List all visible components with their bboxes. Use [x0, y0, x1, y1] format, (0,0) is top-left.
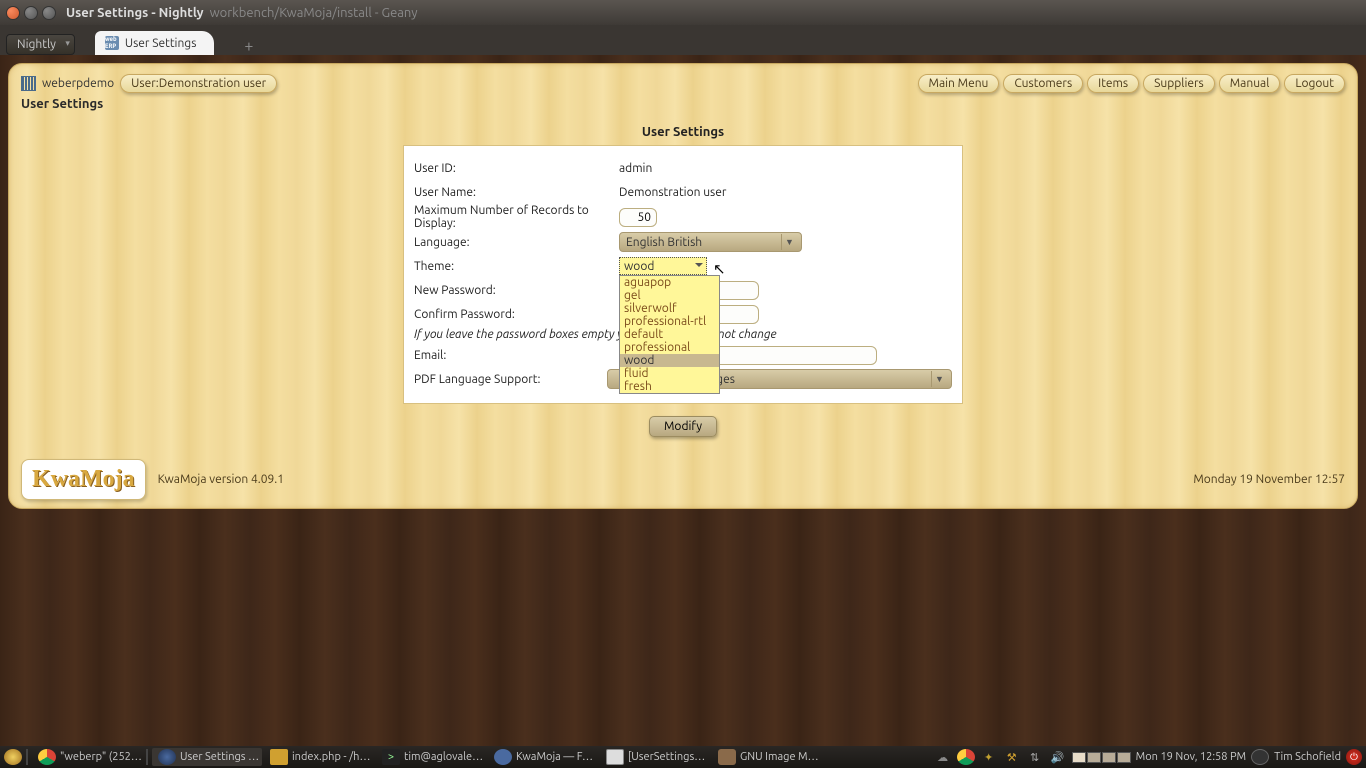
network-icon[interactable]: ⇅	[1026, 749, 1044, 765]
window-subtitle: workbench/KwaMoja/install - Geany	[210, 6, 418, 20]
theme-option[interactable]: silverwolf	[620, 302, 719, 315]
label-max-records: Maximum Number of Records to Display:	[414, 204, 619, 230]
label-email: Email:	[414, 349, 619, 362]
window-close-button[interactable]	[6, 6, 20, 20]
taskbar-clock[interactable]: Mon 19 Nov, 12:58 PM	[1136, 751, 1246, 763]
tray-icon[interactable]: ⚒	[1003, 749, 1021, 765]
window-maximize-button[interactable]	[42, 6, 56, 20]
new-tab-button[interactable]: +	[244, 37, 253, 55]
page-subtitle: User Settings	[21, 97, 1345, 111]
theme-dropdown-list[interactable]: aguapop gel silverwolf professional-rtl …	[619, 275, 720, 394]
browser-tab-active[interactable]: web ERP User Settings	[95, 31, 215, 55]
modify-button[interactable]: Modify	[649, 416, 717, 437]
select-theme[interactable]: wood	[619, 257, 707, 275]
nav-manual[interactable]: Manual	[1219, 74, 1281, 93]
value-user-name: Demonstration user	[619, 186, 952, 199]
theme-option[interactable]: professional	[620, 341, 719, 354]
power-button[interactable]: ⏻	[1346, 749, 1362, 765]
browser-tab-label: User Settings	[125, 37, 197, 50]
workspace-switcher[interactable]	[1072, 752, 1131, 763]
taskbar-task[interactable]: GNU Image M…	[712, 748, 822, 766]
version-text: KwaMoja version 4.09.1	[158, 473, 284, 486]
label-user-id: User ID:	[414, 162, 619, 175]
company-logo-icon	[21, 76, 36, 91]
label-new-password: New Password:	[414, 284, 619, 297]
terminal-icon: >	[382, 749, 400, 765]
taskbar-task-active[interactable]: User Settings …	[152, 748, 262, 766]
window-minimize-button[interactable]	[24, 6, 38, 20]
theme-option[interactable]: default	[620, 328, 719, 341]
window-title: User Settings - Nightly	[66, 6, 204, 20]
top-nav: Main Menu Customers Items Suppliers Manu…	[918, 74, 1345, 93]
document-icon	[606, 749, 624, 765]
taskbar-task[interactable]: > tim@aglovale…	[376, 748, 486, 766]
label-confirm-password: Confirm Password:	[414, 308, 619, 321]
taskbar: "weberp" (252… User Settings … index.php…	[0, 746, 1366, 768]
nav-main-menu[interactable]: Main Menu	[918, 74, 1000, 93]
nav-logout[interactable]: Logout	[1284, 74, 1345, 93]
label-pdf-language: PDF Language Support:	[414, 373, 607, 386]
theme-option-highlighted[interactable]: wood	[620, 354, 719, 367]
taskbar-task[interactable]: "weberp" (252…	[32, 748, 142, 766]
label-language: Language:	[414, 236, 619, 249]
theme-option[interactable]: professional-rtl	[620, 315, 719, 328]
taskbar-task[interactable]: KwaMoja — F…	[488, 748, 598, 766]
desktop-background: weberpdemo User:Demonstration user Main …	[0, 55, 1366, 746]
chevron-down-icon: ▼	[781, 234, 797, 250]
firefox-icon	[158, 749, 176, 765]
footer-datetime: Monday 19 November 12:57	[1193, 473, 1345, 486]
volume-icon[interactable]: 🔊	[1049, 749, 1067, 765]
browser-tab-strip: Nightly web ERP User Settings +	[0, 25, 1366, 55]
app-panel: weberpdemo User:Demonstration user Main …	[8, 63, 1358, 509]
tray-icon[interactable]: ☁	[934, 749, 952, 765]
app-logo: KwaMoja	[21, 459, 146, 500]
chrome-icon	[38, 749, 56, 765]
start-menu-icon[interactable]	[4, 749, 22, 765]
company-name: weberpdemo	[42, 77, 114, 90]
taskbar-user[interactable]: Tim Schofield	[1274, 751, 1341, 763]
favicon-icon: web ERP	[105, 36, 119, 50]
editor-icon	[270, 749, 288, 765]
nav-items[interactable]: Items	[1087, 74, 1139, 93]
theme-option[interactable]: fresh	[620, 380, 719, 393]
nav-suppliers[interactable]: Suppliers	[1143, 74, 1215, 93]
nightly-menu-button[interactable]: Nightly	[6, 34, 75, 55]
gimp-icon	[718, 749, 736, 765]
theme-option[interactable]: aguapop	[620, 276, 719, 289]
value-user-id: admin	[619, 162, 952, 175]
tray-icon[interactable]: ✦	[980, 749, 998, 765]
theme-option[interactable]: fluid	[620, 367, 719, 380]
taskbar-task[interactable]: [UserSettings…	[600, 748, 710, 766]
nav-customers[interactable]: Customers	[1003, 74, 1083, 93]
theme-option[interactable]: gel	[620, 289, 719, 302]
label-theme: Theme:	[414, 260, 619, 273]
tray-icon[interactable]	[957, 749, 975, 765]
select-language[interactable]: English British▼	[619, 232, 802, 252]
taskbar-task[interactable]: index.php - /h…	[264, 748, 374, 766]
current-user-pill: User:Demonstration user	[120, 74, 277, 93]
browser-icon	[494, 749, 512, 765]
page-title: User Settings	[21, 125, 1345, 139]
settings-form: User ID: admin User Name: Demonstration …	[403, 145, 963, 404]
window-titlebar: User Settings - Nightly workbench/KwaMoj…	[0, 0, 1366, 25]
input-max-records[interactable]	[619, 208, 657, 227]
chevron-down-icon: ▼	[931, 371, 947, 387]
user-status-icon[interactable]	[1251, 749, 1269, 765]
label-user-name: User Name:	[414, 186, 619, 199]
